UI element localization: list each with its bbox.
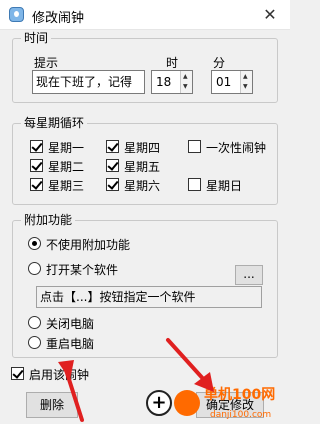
day-label: 星期四 (124, 141, 161, 155)
day-label: 星期日 (206, 179, 243, 193)
checkbox-checked-icon[interactable] (30, 178, 43, 191)
prompt-input[interactable]: 现在下班了，记得 (32, 70, 145, 94)
radio-unselected-icon[interactable] (28, 316, 41, 329)
day-label: 星期三 (48, 179, 85, 193)
radio-selected-icon[interactable] (28, 237, 41, 250)
spin-up-icon[interactable]: ▲ (183, 73, 188, 81)
checkbox-checked-icon[interactable] (11, 367, 24, 380)
day-label: 星期五 (124, 160, 161, 174)
minute-spin-arrows[interactable]: ▲ ▼ (240, 71, 252, 93)
spin-down-icon[interactable]: ▼ (243, 83, 248, 91)
minute-spinner[interactable]: 01 ▲ ▼ (211, 70, 253, 94)
hour-value: 18 (156, 75, 172, 89)
weekly-group-legend: 每星期循环 (21, 116, 88, 130)
close-button[interactable]: ✕ (250, 0, 290, 30)
title-bar: 修改闹钟 ✕ (0, 0, 290, 30)
checkbox-checked-icon[interactable] (106, 178, 119, 191)
spin-down-icon[interactable]: ▼ (183, 83, 188, 91)
annotation-arrow-right-icon (166, 338, 214, 392)
window-title: 修改闹钟 (32, 11, 85, 26)
browse-software-button[interactable]: ... (235, 265, 263, 285)
checkbox-unchecked-icon[interactable] (188, 178, 201, 191)
one-time-alarm-label: 一次性闹钟 (206, 141, 267, 155)
hour-spinner[interactable]: 18 ▲ ▼ (151, 70, 193, 94)
radio-label: 不使用附加功能 (46, 238, 131, 252)
watermark-url: danji100.com (210, 410, 272, 420)
checkbox-checked-icon[interactable] (30, 159, 43, 172)
prompt-label: 提示 (34, 56, 59, 70)
radio-unselected-icon[interactable] (28, 262, 41, 275)
annotation-arrow-left-icon (58, 360, 84, 422)
radio-label: 打开某个软件 (46, 263, 119, 277)
time-group-legend: 时间 (21, 31, 52, 45)
radio-unselected-icon[interactable] (28, 336, 41, 349)
software-path-field: 点击【...】按钮指定一个软件 (36, 286, 262, 308)
minute-label: 分 (213, 56, 226, 70)
checkbox-checked-icon[interactable] (30, 140, 43, 153)
checkbox-unchecked-icon[interactable] (188, 140, 201, 153)
hour-spin-arrows[interactable]: ▲ ▼ (180, 71, 192, 93)
alarm-clock-icon (9, 7, 24, 22)
hour-label: 时 (166, 56, 179, 70)
checkbox-checked-icon[interactable] (106, 159, 119, 172)
minute-value: 01 (216, 75, 232, 89)
checkbox-checked-icon[interactable] (106, 140, 119, 153)
day-label: 星期二 (48, 160, 85, 174)
day-label: 星期一 (48, 141, 85, 155)
spin-up-icon[interactable]: ▲ (243, 73, 248, 81)
day-label: 星期六 (124, 179, 161, 193)
extra-function-legend: 附加功能 (21, 213, 76, 227)
